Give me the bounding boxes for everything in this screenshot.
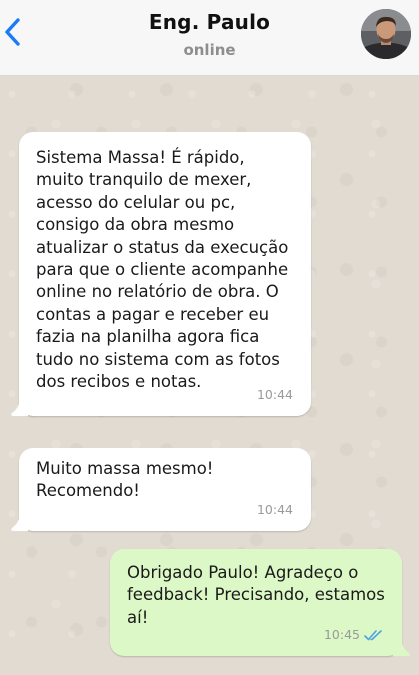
bubble-tail [11,400,28,416]
double-check-read-icon [364,629,382,641]
bubble-tail [11,515,28,531]
message-bubble[interactable]: Obrigado Paulo! Agradeço o feedback! Pre… [110,549,410,656]
message-text: Sistema Massa! É rápido, muito tranquilo… [36,148,289,392]
message-time: 10:44 [256,501,293,517]
message-meta: 10:44 [257,384,293,406]
contact-name[interactable]: Eng. Paulo [0,10,419,34]
message-time: 10:44 [256,386,293,402]
chat-area[interactable]: Sistema Massa! É rápido, muito tranquilo… [0,76,419,675]
message-time: 10:45 [323,626,360,642]
message-meta: 10:45 [324,624,384,646]
message-meta: 10:44 [257,499,293,521]
message-text: Obrigado Paulo! Agradeço o feedback! Pre… [127,563,385,627]
chat-header: Eng. Paulo online [0,0,419,76]
message-bubble[interactable]: Muito massa mesmo! Recomendo! 10:44 [11,448,311,531]
bubble-tail [393,640,410,656]
contact-status: online [183,41,236,59]
avatar-photo [361,9,411,59]
message-text: Muito massa mesmo! Recomendo! [36,459,214,501]
message-bubble[interactable]: Sistema Massa! É rápido, muito tranquilo… [11,132,311,416]
avatar[interactable] [361,9,411,59]
